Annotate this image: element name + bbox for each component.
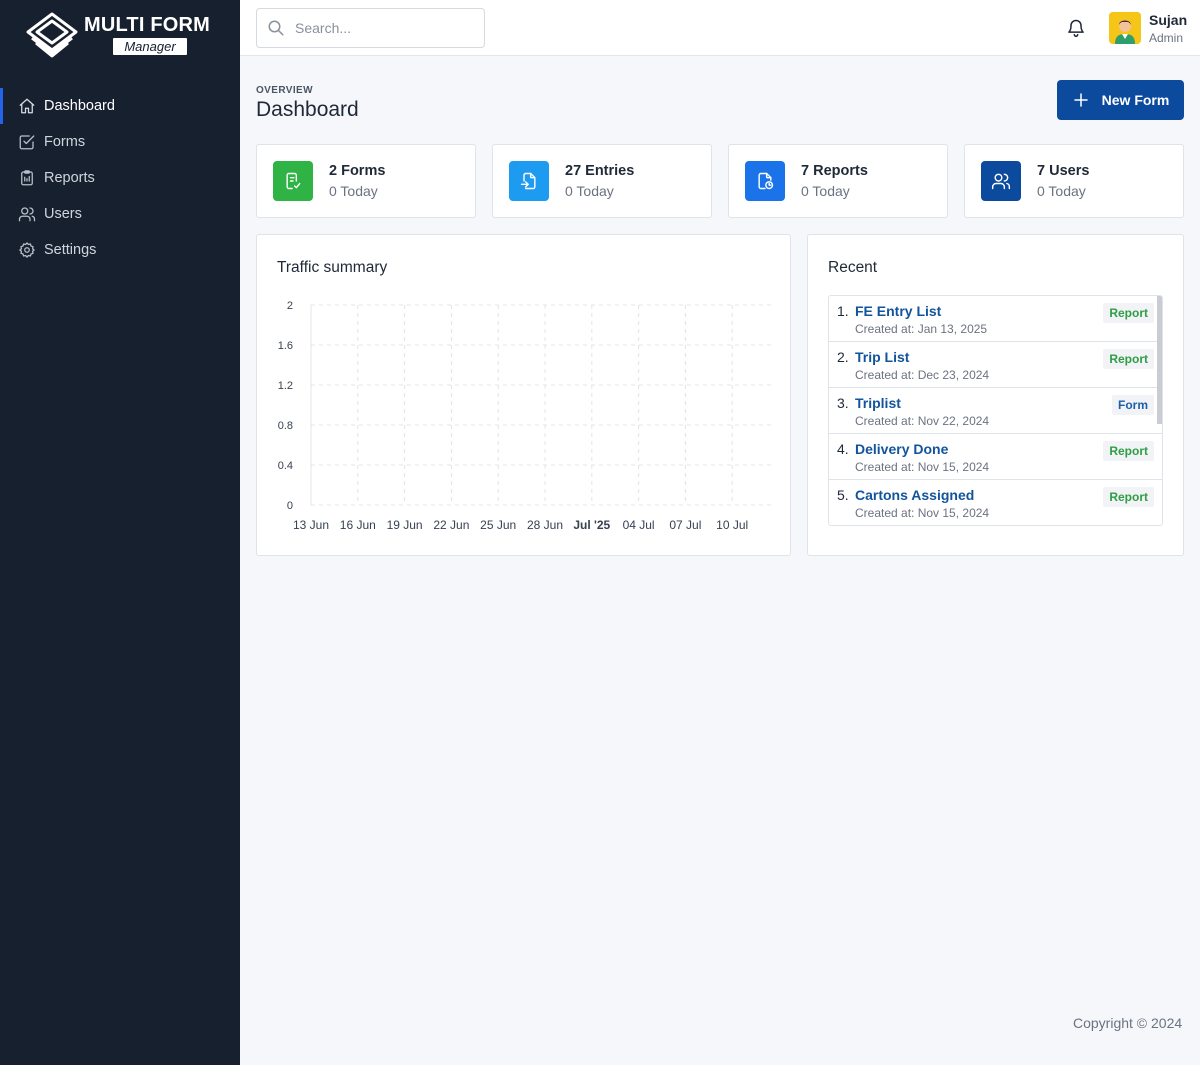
list-item[interactable]: 1. FE Entry List Created at: Jan 13, 202… — [829, 296, 1162, 342]
sidebar-item-settings[interactable]: Settings — [0, 232, 240, 268]
item-link[interactable]: Triplist — [855, 395, 901, 411]
item-number: 5. — [837, 487, 849, 503]
file-import-icon — [509, 161, 549, 201]
item-date: Created at: Dec 23, 2024 — [855, 368, 990, 382]
gear-icon — [18, 241, 36, 259]
top-header: Sujan Admin — [240, 0, 1200, 56]
y-tick-label: 1.2 — [278, 380, 293, 392]
sidebar-item-users[interactable]: Users — [0, 196, 240, 232]
x-tick-label: 19 Jun — [387, 518, 423, 532]
x-tick-label: 28 Jun — [527, 518, 563, 532]
x-tick-label: 25 Jun — [480, 518, 516, 532]
stat-title: 2 Forms — [329, 163, 386, 179]
stat-card-entries[interactable]: 27 Entries 0 Today — [492, 144, 712, 218]
users-icon — [981, 161, 1021, 201]
brand-subtitle: Manager — [113, 38, 187, 55]
user-role: Admin — [1149, 31, 1184, 45]
stat-card-forms[interactable]: 2 Forms 0 Today — [256, 144, 476, 218]
x-tick-label: 13 Jun — [293, 518, 329, 532]
stat-subtitle: 0 Today — [801, 183, 850, 199]
brand-title: MULTI FORM — [84, 14, 211, 36]
footer-copyright: Copyright © 2024 — [1073, 1015, 1183, 1031]
stat-subtitle: 0 Today — [329, 183, 378, 199]
stat-title: 27 Entries — [565, 163, 635, 179]
report-icon — [745, 161, 785, 201]
x-tick-label: 16 Jun — [340, 518, 376, 532]
avatar[interactable] — [1109, 12, 1141, 44]
form-icon — [273, 161, 313, 201]
x-tick-label: 22 Jun — [433, 518, 469, 532]
type-badge: Report — [1103, 303, 1154, 323]
sidebar-item-forms[interactable]: Forms — [0, 124, 240, 160]
list-item[interactable]: 4. Delivery Done Created at: Nov 15, 202… — [829, 434, 1162, 480]
item-date: Created at: Jan 13, 2025 — [855, 322, 988, 336]
item-number: 3. — [837, 395, 849, 411]
search-input[interactable] — [295, 20, 465, 36]
item-link[interactable]: Cartons Assigned — [855, 487, 974, 503]
list-item[interactable]: 3. Triplist Created at: Nov 22, 2024 For… — [829, 388, 1162, 434]
type-badge: Report — [1103, 441, 1154, 461]
item-link[interactable]: Delivery Done — [855, 441, 948, 457]
clipboard-icon — [18, 169, 36, 187]
sidebar-item-label: Settings — [44, 242, 97, 258]
stat-card-users[interactable]: 7 Users 0 Today — [964, 144, 1184, 218]
check-square-icon — [18, 133, 36, 151]
stat-subtitle: 0 Today — [565, 183, 614, 199]
sidebar-item-label: Reports — [44, 170, 95, 186]
item-date: Created at: Nov 15, 2024 — [855, 506, 990, 520]
type-badge: Form — [1112, 395, 1154, 415]
stat-card-reports[interactable]: 7 Reports 0 Today — [728, 144, 948, 218]
list-item[interactable]: 2. Trip List Created at: Dec 23, 2024 Re… — [829, 342, 1162, 388]
list-scrollbar[interactable] — [1157, 296, 1162, 424]
user-avatar-icon — [1109, 12, 1141, 44]
item-number: 4. — [837, 441, 849, 457]
item-link[interactable]: Trip List — [855, 349, 909, 365]
sidebar-item-label: Dashboard — [44, 98, 115, 114]
x-tick-label: 07 Jul — [669, 518, 701, 532]
stat-title: 7 Users — [1037, 163, 1090, 179]
type-badge: Report — [1103, 349, 1154, 369]
traffic-summary-panel: Traffic summary 2 1.6 1.2 0.8 0.4 0 13 Jun 16 J… — [256, 234, 791, 556]
recent-panel: Recent 1. FE Entry List Created at: Jan … — [807, 234, 1184, 556]
sidebar-item-dashboard[interactable]: Dashboard — [0, 88, 240, 124]
x-tick-label: 10 Jul — [716, 518, 748, 532]
stat-title: 7 Reports — [801, 163, 868, 179]
sidebar-item-label: Users — [44, 206, 82, 222]
stat-subtitle: 0 Today — [1037, 183, 1086, 199]
traffic-chart: 2 1.6 1.2 0.8 0.4 013 Jun 16 Jun 19 Jun 22 Jun 25… — [278, 300, 772, 532]
sidebar-item-reports[interactable]: Reports — [0, 160, 240, 196]
item-date: Created at: Nov 22, 2024 — [855, 414, 990, 428]
search-icon — [268, 20, 284, 36]
sidebar-item-label: Forms — [44, 134, 86, 150]
plus-icon — [1073, 93, 1088, 107]
x-tick-label: Jul '25 — [573, 518, 610, 532]
item-number: 2. — [837, 349, 849, 365]
x-tick-label: 04 Jul — [623, 518, 655, 532]
page-overline: OVERVIEW — [256, 85, 313, 96]
sidebar-nav: Dashboard Forms Reports Users Settings — [0, 88, 240, 268]
page-title: Dashboard — [256, 98, 359, 121]
item-link[interactable]: FE Entry List — [855, 303, 941, 319]
sidebar: MULTI FORM Manager Dashboard Forms Repor… — [0, 0, 240, 1065]
layers-logo-icon — [26, 12, 78, 58]
y-tick-label: 0.4 — [278, 460, 293, 472]
y-tick-label: 2 — [287, 300, 293, 312]
home-icon — [18, 97, 36, 115]
new-form-label: New Form — [1101, 92, 1170, 108]
recent-list[interactable]: 1. FE Entry List Created at: Jan 13, 202… — [828, 295, 1163, 526]
list-item[interactable]: 5. Cartons Assigned Created at: Nov 15, … — [829, 480, 1162, 525]
users-icon — [18, 205, 36, 223]
user-name[interactable]: Sujan — [1149, 12, 1187, 28]
panel-title: Recent — [828, 259, 878, 276]
search-box[interactable] — [256, 8, 485, 48]
new-form-button[interactable]: New Form — [1057, 80, 1184, 120]
y-tick-label: 0.8 — [278, 420, 293, 432]
notification-bell-icon[interactable] — [1066, 18, 1086, 38]
item-number: 1. — [837, 303, 849, 319]
item-date: Created at: Nov 15, 2024 — [855, 460, 990, 474]
y-tick-label: 1.6 — [278, 340, 293, 352]
type-badge: Report — [1103, 487, 1154, 507]
brand-logo[interactable]: MULTI FORM Manager — [24, 10, 219, 62]
y-tick-label: 0 — [287, 500, 293, 512]
